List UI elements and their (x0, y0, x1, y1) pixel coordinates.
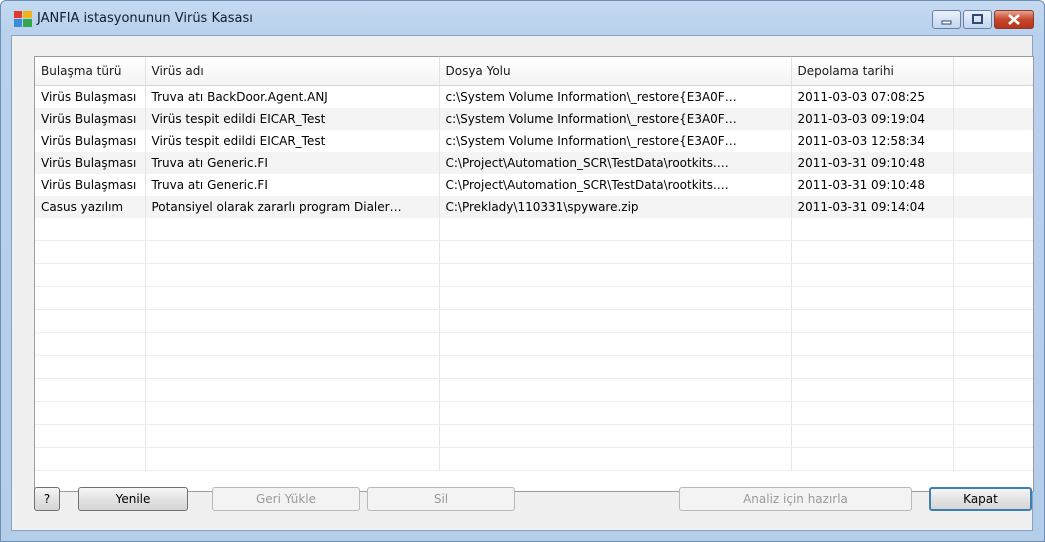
column-header-infection-type[interactable]: Bulaşma türü (35, 57, 146, 86)
cell-virus-name: Truva atı Generic.FI (145, 152, 440, 174)
empty-row (35, 218, 1033, 241)
table-row[interactable]: Virüs Bulaşması Truva atı Generic.FI C:\… (35, 152, 1033, 174)
cell-empty (953, 196, 1033, 218)
cell-storage-date: 2011-03-03 09:19:04 (791, 108, 954, 130)
delete-button[interactable]: Sil (367, 487, 515, 511)
vault-table: Bulaşma türü Virüs adı Dosya Yolu Depola… (35, 57, 1033, 471)
close-button[interactable]: Kapat (929, 487, 1032, 511)
close-icon (1008, 14, 1020, 25)
table-row[interactable]: Virüs Bulaşması Virüs tespit edildi EICA… (35, 130, 1033, 152)
empty-row (35, 424, 1033, 448)
help-button[interactable]: ? (34, 487, 60, 511)
table-row[interactable]: Virüs Bulaşması Truva atı Generic.FI C:\… (35, 174, 1033, 196)
empty-row (35, 447, 1033, 471)
column-header-file-path[interactable]: Dosya Yolu (439, 57, 792, 86)
column-header-virus-name[interactable]: Virüs adı (145, 57, 440, 86)
cell-file-path: C:\Project\Automation_SCR\TestData\rootk… (439, 174, 792, 196)
cell-file-path: c:\System Volume Information\_restore{E3… (439, 108, 792, 130)
cell-storage-date: 2011-03-31 09:14:04 (791, 196, 954, 218)
maximize-button[interactable] (963, 10, 992, 29)
cell-empty (953, 130, 1033, 152)
table-header-row: Bulaşma türü Virüs adı Dosya Yolu Depola… (35, 57, 1033, 86)
cell-file-path: C:\Project\Automation_SCR\TestData\rootk… (439, 152, 792, 174)
cell-virus-name: Truva atı BackDoor.Agent.ANJ (145, 85, 440, 108)
cell-infection-type: Virüs Bulaşması (35, 130, 146, 152)
empty-row (35, 240, 1033, 264)
window-title: JANFIA istasyonunun Virüs Kasası (37, 11, 253, 26)
cell-file-path: C:\Preklady\110331\spyware.zip (439, 196, 792, 218)
empty-row (35, 332, 1033, 356)
column-header-empty (953, 57, 1033, 86)
close-window-button[interactable] (994, 10, 1034, 29)
empty-row (35, 401, 1033, 425)
restore-button[interactable]: Geri Yükle (212, 487, 360, 511)
virus-vault-list[interactable]: Bulaşma türü Virüs adı Dosya Yolu Depola… (34, 56, 1034, 492)
cell-virus-name: Potansiyel olarak zararlı program Dialer… (145, 196, 440, 218)
cell-file-path: c:\System Volume Information\_restore{E3… (439, 85, 792, 108)
maximize-icon (972, 14, 983, 24)
empty-row (35, 378, 1033, 402)
prepare-for-analysis-button[interactable]: Analiz için hazırla (679, 487, 912, 511)
vault-window: JANFIA istasyonunun Virüs Kasası Bulaşma… (0, 0, 1045, 542)
cell-storage-date: 2011-03-03 07:08:25 (791, 85, 954, 108)
title-bar[interactable]: JANFIA istasyonunun Virüs Kasası (1, 1, 1044, 35)
empty-row (35, 286, 1033, 310)
cell-virus-name: Virüs tespit edildi EICAR_Test (145, 130, 440, 152)
minimize-button[interactable] (932, 10, 961, 29)
cell-infection-type: Virüs Bulaşması (35, 174, 146, 196)
refresh-button[interactable]: Yenile (78, 487, 188, 511)
cell-file-path: c:\System Volume Information\_restore{E3… (439, 130, 792, 152)
table-row[interactable]: Casus yazılım Potansiyel olarak zararlı … (35, 196, 1033, 218)
cell-infection-type: Virüs Bulaşması (35, 85, 146, 108)
cell-infection-type: Virüs Bulaşması (35, 152, 146, 174)
cell-empty (953, 174, 1033, 196)
dialog-body: Bulaşma türü Virüs adı Dosya Yolu Depola… (11, 35, 1034, 531)
empty-row (35, 263, 1033, 287)
minimize-icon (941, 20, 952, 25)
empty-row (35, 309, 1033, 333)
table-row[interactable]: Virüs Bulaşması Virüs tespit edildi EICA… (35, 108, 1033, 130)
cell-virus-name: Virüs tespit edildi EICAR_Test (145, 108, 440, 130)
cell-storage-date: 2011-03-31 09:10:48 (791, 174, 954, 196)
column-header-storage-date[interactable]: Depolama tarihi (791, 57, 954, 86)
empty-row (35, 355, 1033, 379)
cell-infection-type: Virüs Bulaşması (35, 108, 146, 130)
cell-storage-date: 2011-03-03 12:58:34 (791, 130, 954, 152)
cell-empty (953, 108, 1033, 130)
avg-logo-icon (14, 11, 32, 27)
cell-empty (953, 85, 1033, 108)
cell-virus-name: Truva atı Generic.FI (145, 174, 440, 196)
cell-infection-type: Casus yazılım (35, 196, 146, 218)
cell-storage-date: 2011-03-31 09:10:48 (791, 152, 954, 174)
table-row[interactable]: Virüs Bulaşması Truva atı BackDoor.Agent… (35, 85, 1033, 108)
cell-empty (953, 152, 1033, 174)
